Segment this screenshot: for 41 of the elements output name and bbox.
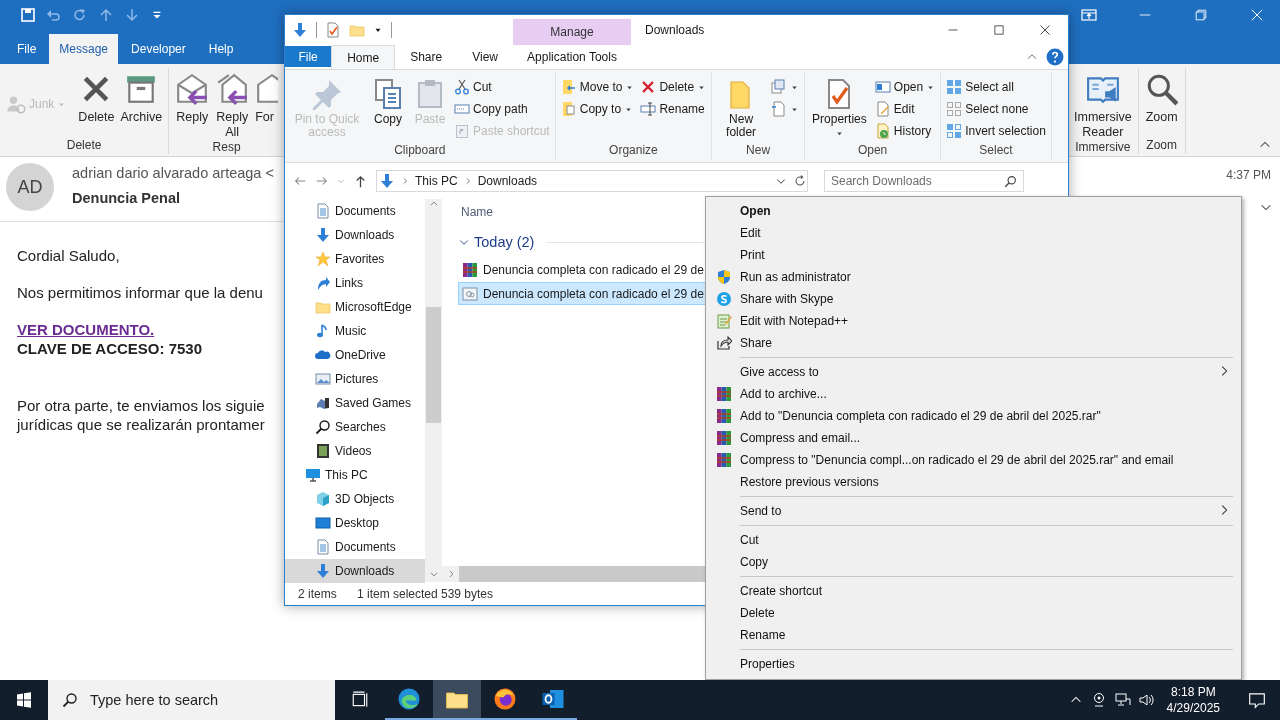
group-label: Select [978,143,1014,159]
nav-label: Saved Games [335,396,412,410]
body-text: Por otra parte, te enviamos los siguie [17,396,265,415]
nav-label: Favorites [335,252,385,266]
access-code: CLAVE DE ACCESO: 7530 [17,339,203,358]
file-name: Denuncia completa con radicado el 29 de [483,286,704,301]
sender: adrian dario alvarado arteaga < [72,165,274,181]
nav-label: Videos [335,444,372,458]
subject: Denuncia Penal [72,190,181,206]
file-name: Denuncia completa con radicado el 29 de [483,262,704,277]
body-text: Cordial Saludo, [17,246,120,265]
nav-label: Pictures [335,372,379,386]
nav-label: This PC [325,468,368,482]
nav-label: Searches [335,420,386,434]
nav-label: MicrosoftEdge [335,300,412,314]
nav-label: Documents [335,204,396,218]
nav-label: Music [335,324,367,338]
status-text: 539 bytes [441,586,494,601]
group-label: Delete [65,138,103,154]
group-label: Zoom [1145,138,1178,154]
body-text: jurídicas que se realizarán prontamer [17,415,265,434]
nav-label: Downloads [335,564,395,578]
group-label: Clipboard [393,143,447,159]
nav-label: 3D Objects [335,492,395,506]
status-text: 2 items [298,586,338,601]
nav-label: Desktop [335,516,380,530]
nav-label: Documents [335,540,396,554]
group-label: Resp [211,140,242,154]
window-title: Downloads [645,23,706,37]
received-time: 4:37 PM [1226,168,1271,182]
group-label: Organize [608,143,659,159]
nav-label: OneDrive [335,348,386,362]
group-label: Immersive [1074,140,1132,154]
nav-label: Links [335,276,363,290]
avatar: AD [6,163,54,211]
body-text: Nos permitimos informar que la denu [17,283,263,302]
status-text: 1 item selected [357,586,439,601]
group-label: Open [856,143,889,159]
context-tab-header: Manage [513,19,631,45]
nav-label: Downloads [335,228,395,242]
group-label: New [745,143,772,159]
